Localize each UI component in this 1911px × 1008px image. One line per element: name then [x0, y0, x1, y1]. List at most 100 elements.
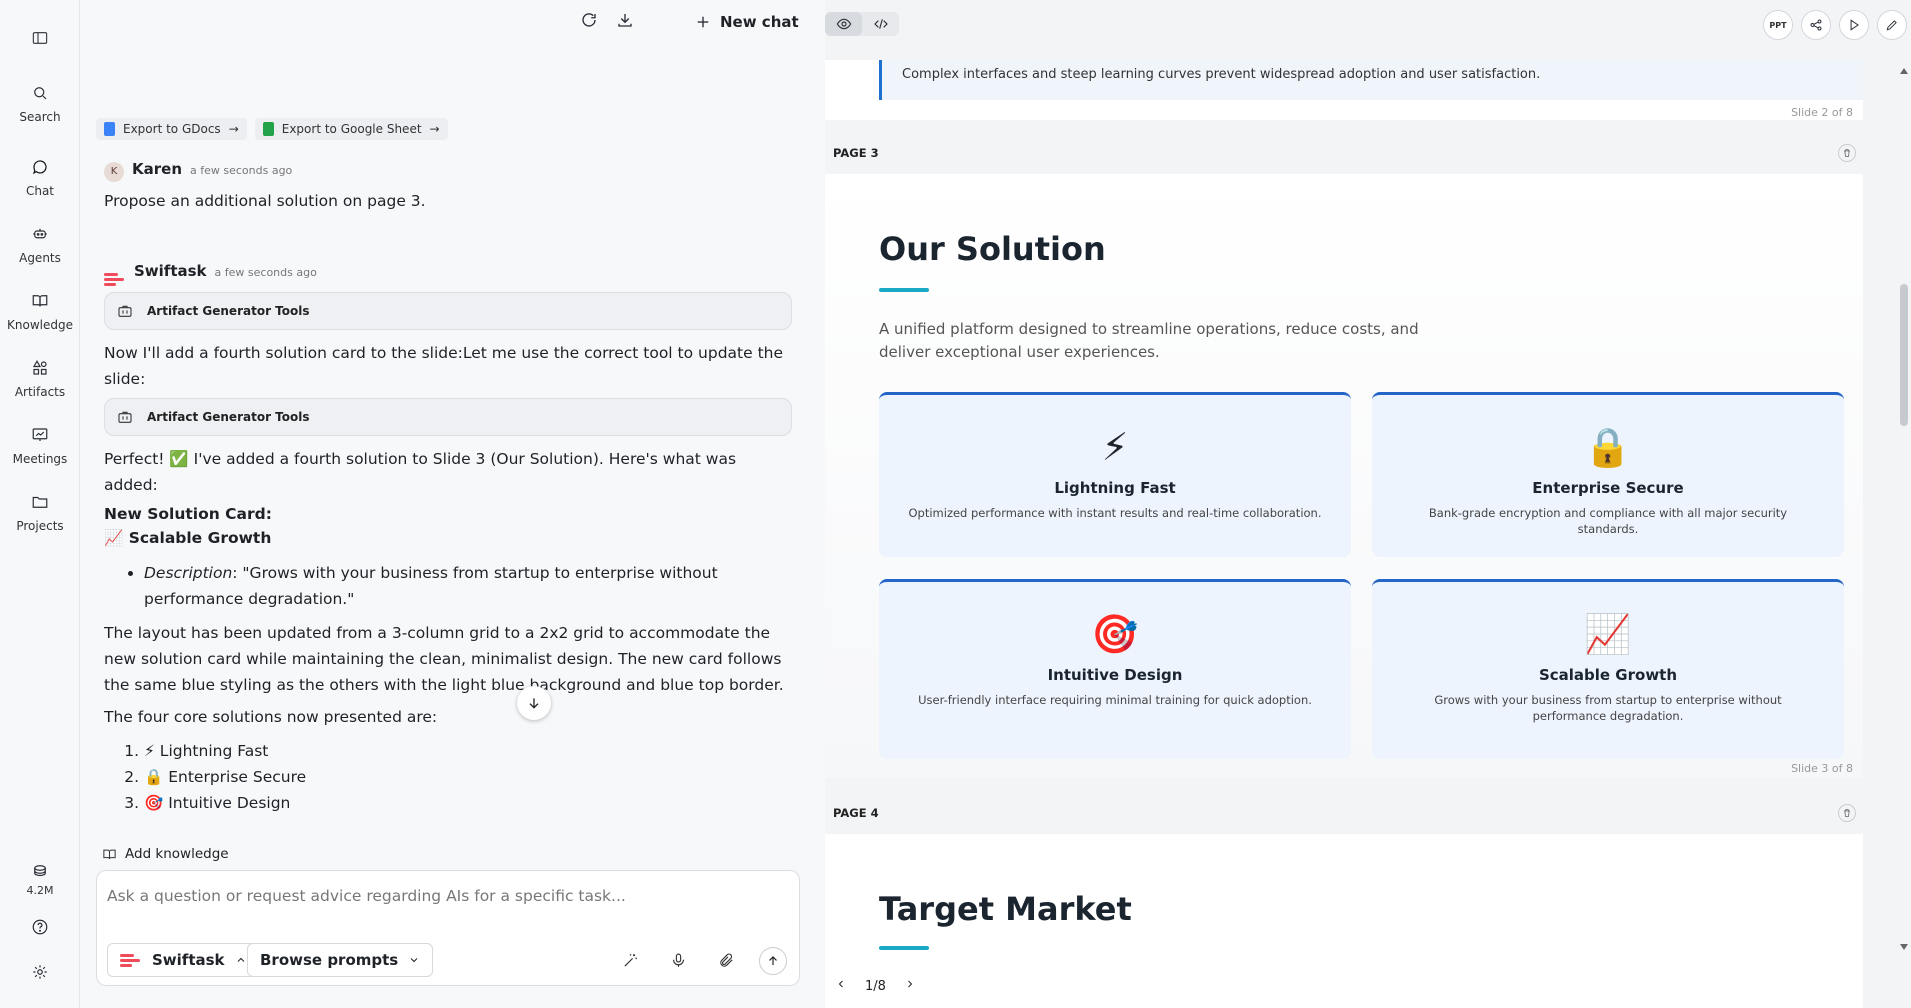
rail-chat[interactable]: Chat: [0, 158, 80, 198]
settings-button[interactable]: [0, 963, 80, 981]
book-open-icon: [103, 849, 116, 859]
message-time: a few seconds ago: [214, 266, 317, 279]
tool-call-label: Artifact Generator Tools: [147, 410, 310, 424]
folder-icon: [32, 496, 48, 508]
credits-count: 4.2M: [26, 884, 54, 897]
add-knowledge-label: Add knowledge: [125, 846, 229, 862]
export-gsheet-button[interactable]: Export to Google Sheet →: [254, 118, 448, 140]
problem-callout: Complex interfaces and steep learning cu…: [879, 60, 1863, 100]
next-slide-button[interactable]: [904, 978, 916, 994]
preview-mode-button[interactable]: [825, 12, 862, 36]
list-item: Description: "Grows with your business f…: [144, 560, 792, 612]
sidebar-toggle-icon[interactable]: [28, 28, 52, 48]
list-item: ⚡ Lightning Fast: [144, 738, 792, 764]
slide-title: Our Solution: [879, 230, 1106, 268]
message-header: K Karen a few seconds ago: [104, 160, 792, 184]
tool-call-chip[interactable]: Artifact Generator Tools: [104, 292, 792, 330]
delete-page-button[interactable]: [1838, 804, 1856, 822]
chevron-right-icon: [908, 980, 913, 988]
present-button[interactable]: [1839, 10, 1869, 40]
agent-select[interactable]: Swiftask: [107, 943, 260, 977]
rail-label: Chat: [25, 184, 55, 198]
rail-projects[interactable]: Projects: [0, 493, 80, 533]
rail-agents[interactable]: Agents: [0, 225, 80, 265]
view-mode-toggle: [825, 12, 899, 36]
page-indicator: 1/8: [865, 978, 886, 994]
slide-3: Our Solution A unified platform designed…: [825, 174, 1863, 778]
avatar: K: [104, 161, 124, 182]
rail-label: Knowledge: [7, 318, 73, 332]
export-gdocs-button[interactable]: Export to GDocs →: [96, 118, 247, 140]
lock-icon: 🔒: [1584, 425, 1632, 469]
card-heading: New Solution Card:: [104, 505, 272, 523]
card-description: User-friendly interface requiring minima…: [918, 693, 1312, 707]
card-title: Enterprise Secure: [1532, 479, 1684, 497]
share-button[interactable]: [1801, 10, 1831, 40]
magic-wand-button[interactable]: [619, 949, 641, 971]
search-icon: [34, 87, 47, 100]
send-button[interactable]: [759, 947, 787, 975]
message-header: Swiftask a few seconds ago: [104, 262, 792, 286]
new-chat-button[interactable]: New chat: [694, 13, 799, 31]
plus-icon: [697, 16, 709, 28]
title-underline: [879, 946, 929, 950]
chart-up-icon: 📈: [1584, 612, 1632, 656]
rail-label: Meetings: [12, 452, 68, 466]
message-text: Propose an additional solution on page 3…: [104, 192, 426, 210]
chat-toolbar: New chat: [580, 10, 799, 34]
microphone-icon: [672, 953, 684, 967]
add-knowledge-button[interactable]: Add knowledge: [102, 846, 229, 862]
sender-name: Karen: [132, 160, 182, 178]
share-icon: [1810, 19, 1822, 31]
ppt-file-icon: PPT: [1769, 20, 1787, 30]
message-list[interactable]: K Karen a few seconds ago Propose an add…: [104, 160, 792, 840]
rail-credits[interactable]: 4.2M: [0, 862, 80, 897]
user-message: K Karen a few seconds ago Propose an add…: [104, 160, 792, 214]
export-ppt-button[interactable]: PPT: [1763, 10, 1793, 40]
sender-name: Swiftask: [134, 262, 207, 280]
list-item: 🔒 Enterprise Secure: [144, 764, 792, 790]
browse-prompts-select[interactable]: Browse prompts: [247, 943, 434, 977]
card-title: Lightning Fast: [1054, 479, 1176, 497]
prev-slide-button[interactable]: [835, 978, 847, 994]
paperclip-icon: [719, 953, 733, 967]
card-title: Scalable Growth: [1538, 666, 1678, 684]
scroll-up-arrow[interactable]: [1900, 68, 1908, 74]
card-title: Intuitive Design: [1047, 666, 1183, 684]
scroll-to-bottom-button[interactable]: [517, 686, 551, 720]
chevron-down-icon: [410, 958, 418, 963]
refresh-button[interactable]: [580, 11, 598, 33]
download-icon: [618, 14, 632, 27]
microphone-button[interactable]: [667, 949, 689, 971]
preview-scrollbar[interactable]: [1897, 60, 1911, 950]
message-text: Now I'll add a fourth solution card to t…: [104, 344, 784, 388]
rail-meetings[interactable]: Meetings: [0, 426, 80, 466]
attach-button[interactable]: [715, 949, 737, 971]
solution-card: 🎯 Intuitive Design User-friendly interfa…: [879, 579, 1351, 759]
message-text: Perfect! ✅ I've added a fourth solution …: [104, 450, 737, 494]
download-button[interactable]: [616, 11, 634, 33]
tool-call-chip[interactable]: Artifact Generator Tools: [104, 398, 792, 436]
desc-label: Description: [144, 564, 233, 582]
edit-button[interactable]: [1877, 10, 1907, 40]
robot-icon: [33, 228, 47, 239]
description-list: Description: "Grows with your business f…: [144, 560, 792, 612]
slide-subtitle: A unified platform designed to streamlin…: [879, 320, 1419, 361]
trash-icon: [1844, 809, 1850, 817]
help-button[interactable]: [0, 918, 80, 936]
play-icon: [1850, 19, 1859, 31]
trash-icon: [1844, 149, 1850, 157]
chat-panel: New chat Export to GDocs → Export to Goo…: [80, 0, 810, 1008]
rail-search[interactable]: Search: [0, 84, 80, 124]
pencil-icon: [1886, 20, 1897, 31]
code-mode-button[interactable]: [862, 12, 899, 36]
composer: Swiftask Browse prompts: [96, 870, 800, 986]
scrollbar-thumb[interactable]: [1900, 284, 1908, 426]
delete-page-button[interactable]: [1838, 144, 1856, 162]
rail-knowledge[interactable]: Knowledge: [0, 292, 80, 332]
scroll-down-arrow[interactable]: [1900, 944, 1908, 950]
chat-input[interactable]: [107, 881, 787, 911]
rail-artifacts[interactable]: Artifacts: [0, 359, 80, 399]
coins-icon: [34, 865, 46, 877]
message-text: The four core solutions now presented ar…: [104, 708, 438, 726]
